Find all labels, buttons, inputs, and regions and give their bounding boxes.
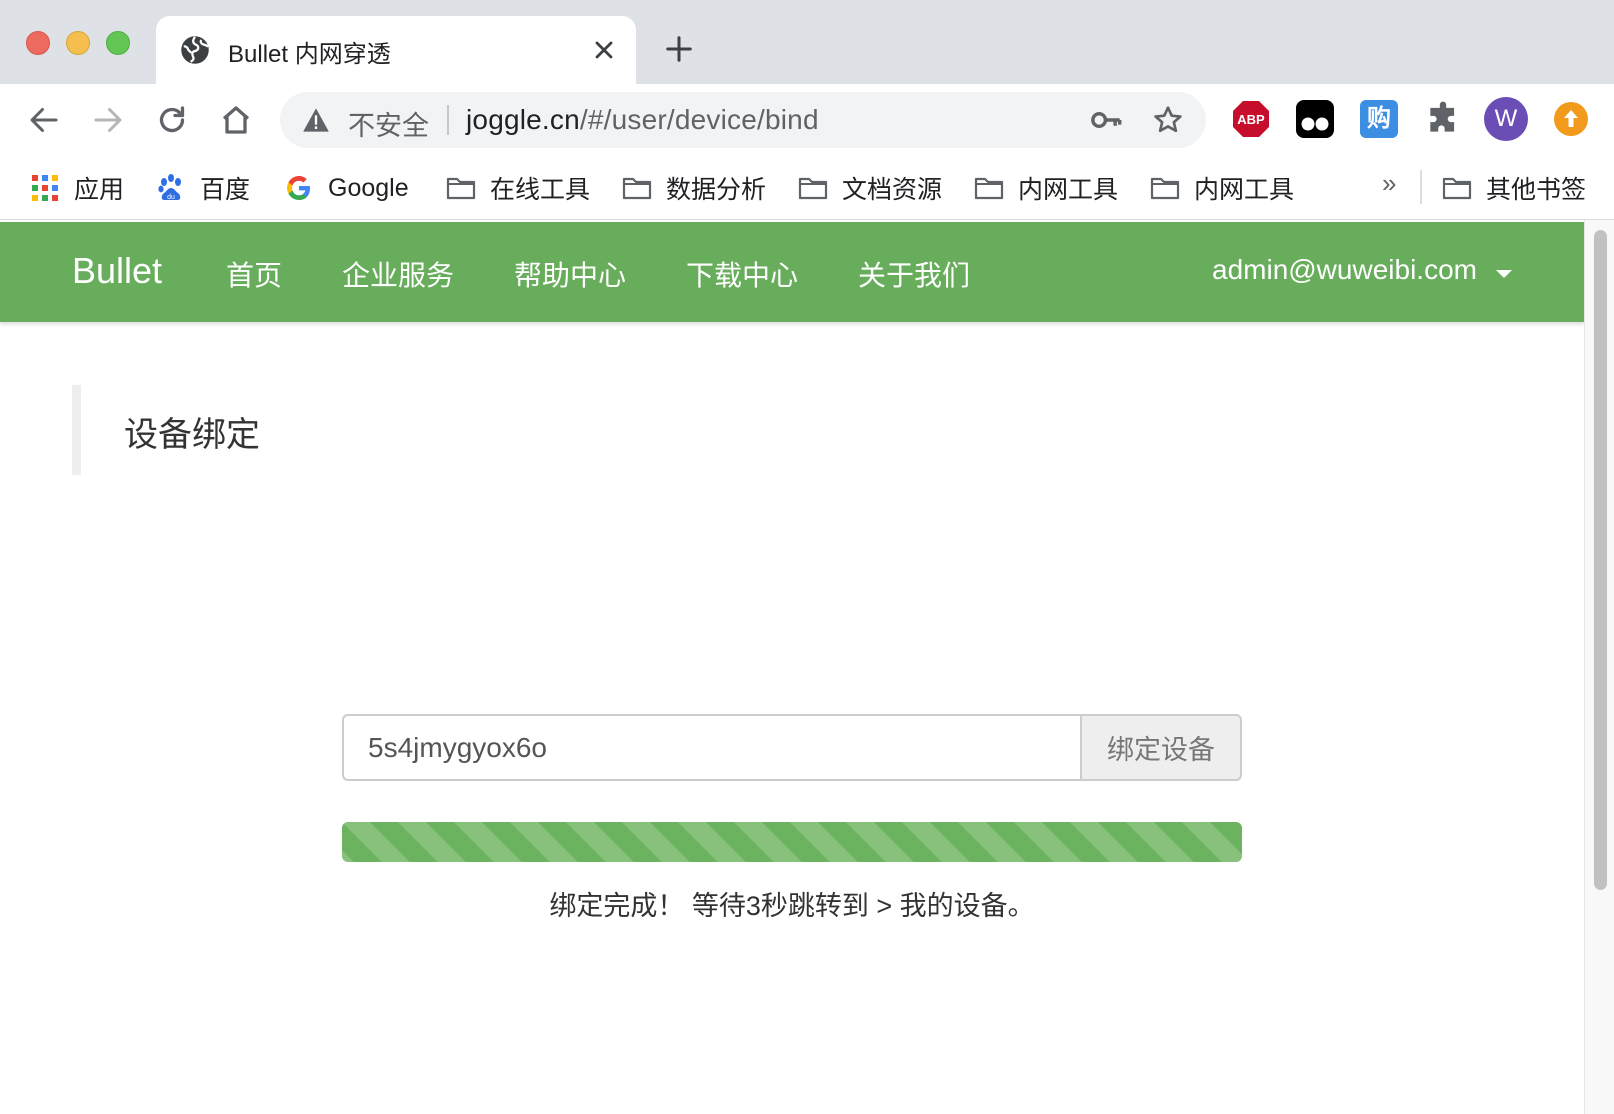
shopping-extension-icon[interactable]: 购 — [1360, 100, 1398, 138]
bookmarks-divider — [1420, 170, 1422, 204]
apps-grid-icon — [32, 175, 58, 201]
folder-icon — [1150, 177, 1180, 200]
progress-fill — [342, 822, 1242, 862]
section-header: 设备绑定 — [72, 385, 472, 475]
home-icon[interactable] — [218, 102, 254, 138]
bookmark-label: 在线工具 — [490, 176, 591, 204]
bookmark-baidu[interactable]: du 百度 — [156, 168, 250, 208]
warning-triangle-icon[interactable] — [302, 107, 330, 133]
nav-link-enterprise[interactable]: 企业服务 — [342, 254, 454, 294]
nav-link-home[interactable]: 首页 — [226, 254, 282, 294]
bind-progress-bar — [342, 822, 1242, 862]
bookmark-label: 文档资源 — [842, 176, 943, 204]
bookmark-folder[interactable]: 文档资源 — [798, 168, 942, 208]
omnibox-divider — [447, 105, 449, 135]
site-navbar: Bullet 首页 企业服务 帮助中心 下载中心 关于我们 admin@wuwe… — [0, 222, 1584, 322]
browser-titlebar: Bullet 内网穿透 — [0, 0, 1614, 84]
user-menu[interactable]: admin@wuweibi.com — [1212, 254, 1477, 286]
nav-link-download[interactable]: 下载中心 — [686, 254, 798, 294]
device-code-input[interactable] — [342, 714, 1080, 781]
page-scrollbar[interactable] — [1584, 220, 1614, 1114]
maximize-window-button[interactable] — [106, 31, 130, 55]
folder-icon — [1442, 177, 1472, 200]
bookmark-folder[interactable]: 数据分析 — [622, 168, 766, 208]
page-title: 设备绑定 — [124, 416, 260, 454]
folder-icon — [974, 177, 1004, 200]
address-bar[interactable]: 不安全 joggle.cn/#/user/device/bind — [280, 92, 1206, 148]
profile-avatar[interactable]: W — [1484, 97, 1528, 141]
bookmark-folder[interactable]: 在线工具 — [446, 168, 590, 208]
url-text[interactable]: joggle.cn/#/user/device/bind — [466, 104, 819, 136]
bookmark-apps[interactable]: 应用 — [30, 168, 124, 208]
bookmark-google[interactable]: Google — [284, 168, 409, 208]
reload-icon[interactable] — [154, 102, 190, 138]
web-page: Bullet 首页 企业服务 帮助中心 下载中心 关于我们 admin@wuwe… — [0, 220, 1584, 1114]
bookmark-label: Google — [328, 173, 409, 202]
bookmark-other[interactable]: 其他书签 — [1442, 168, 1586, 208]
bookmark-label: 应用 — [74, 176, 125, 204]
adblock-plus-icon[interactable]: ABP — [1232, 100, 1270, 138]
folder-icon — [798, 177, 828, 200]
close-tab-icon[interactable] — [590, 36, 618, 64]
folder-icon — [622, 177, 652, 200]
bookmark-label: 内网工具 — [1018, 176, 1119, 204]
tab-title: Bullet 内网穿透 — [228, 41, 391, 68]
browser-tab-active[interactable]: Bullet 内网穿透 — [156, 16, 636, 84]
bookmark-folder[interactable]: 内网工具 — [1150, 168, 1294, 208]
bookmarks-overflow-chevron-icon[interactable]: » — [1382, 168, 1396, 199]
svg-text:du: du — [167, 194, 175, 201]
browser-toolbar: 不安全 joggle.cn/#/user/device/bind ABP 购 W — [0, 84, 1614, 156]
security-label[interactable]: 不安全 — [348, 104, 429, 143]
bookmark-folder[interactable]: 内网工具 — [974, 168, 1118, 208]
bookmark-label: 其他书签 — [1486, 176, 1587, 204]
nav-link-help[interactable]: 帮助中心 — [514, 254, 626, 294]
globe-icon — [181, 36, 210, 64]
tampermonkey-icon[interactable] — [1296, 100, 1334, 138]
bookmarks-bar: 应用 du 百度 Google 在线工具 数据分析 文档资源 内网工具 内网工具… — [0, 156, 1614, 220]
bind-form: 绑定设备 — [342, 714, 1242, 781]
url-path: /#/user/device/bind — [579, 104, 819, 135]
caret-down-icon[interactable] — [1496, 270, 1512, 278]
forward-arrow-icon[interactable] — [90, 102, 126, 138]
minimize-window-button[interactable] — [66, 31, 90, 55]
folder-icon — [446, 177, 476, 200]
bookmark-label: 数据分析 — [666, 176, 767, 204]
bookmark-label: 百度 — [200, 176, 251, 204]
close-window-button[interactable] — [26, 31, 50, 55]
google-g-icon — [287, 176, 310, 200]
update-arrow-icon[interactable] — [1554, 102, 1588, 136]
bookmark-star-icon[interactable] — [1152, 104, 1184, 136]
bind-status-message: 绑定完成！ 等待3秒跳转到 > 我的设备。 — [549, 891, 1035, 921]
site-brand[interactable]: Bullet — [72, 250, 162, 292]
baidu-paw-icon: du — [158, 174, 181, 201]
abp-label: ABP — [1237, 112, 1265, 127]
scrollbar-thumb[interactable] — [1594, 230, 1607, 890]
new-tab-icon[interactable] — [664, 34, 694, 64]
url-host: joggle.cn — [466, 104, 580, 135]
nav-link-about[interactable]: 关于我们 — [858, 254, 970, 294]
key-icon[interactable] — [1090, 106, 1122, 134]
bind-device-button[interactable]: 绑定设备 — [1080, 714, 1242, 781]
extensions-puzzle-icon[interactable] — [1424, 100, 1462, 138]
bookmark-label: 内网工具 — [1194, 176, 1295, 204]
back-arrow-icon[interactable] — [26, 102, 62, 138]
